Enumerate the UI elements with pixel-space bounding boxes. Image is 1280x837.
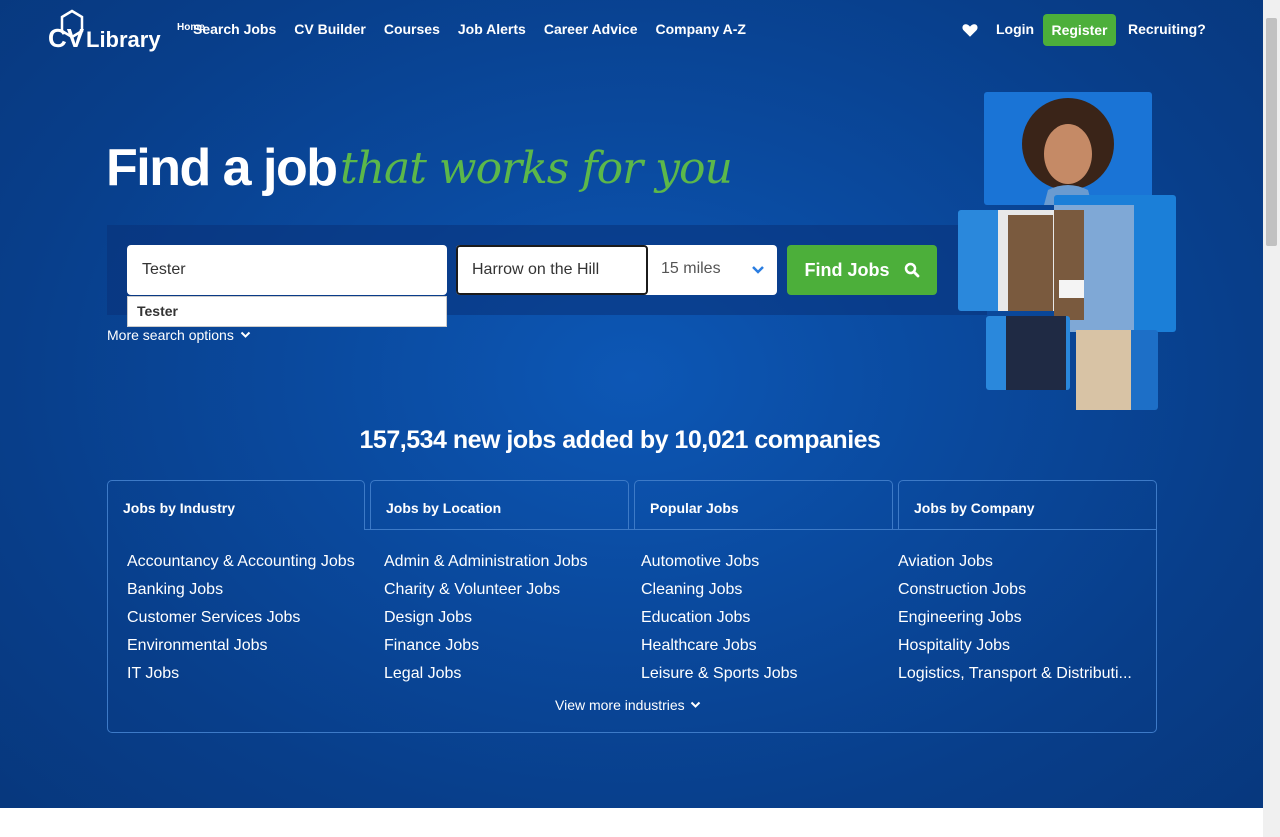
svg-text:CV: CV xyxy=(48,23,85,53)
search-icon xyxy=(904,262,919,278)
industry-link[interactable]: Accountancy & Accounting Jobs xyxy=(127,548,355,576)
industry-link[interactable]: Admin & Administration Jobs xyxy=(384,548,588,576)
industry-link[interactable]: Customer Services Jobs xyxy=(127,604,355,632)
svg-text:Library: Library xyxy=(86,27,161,52)
tab-jobs-by-location[interactable]: Jobs by Location xyxy=(370,480,629,530)
chevron-down-icon[interactable] xyxy=(751,265,765,275)
nav-company-a-z[interactable]: Company A-Z xyxy=(655,21,745,37)
heart-icon[interactable] xyxy=(961,21,979,39)
industry-column-2: Admin & Administration Jobs Charity & Vo… xyxy=(384,548,588,688)
view-more-label: View more industries xyxy=(555,697,685,713)
person-photo xyxy=(1006,316,1066,390)
chevron-down-icon xyxy=(240,331,251,338)
hero-photo-tile xyxy=(1076,330,1158,410)
nav-cv-builder[interactable]: CV Builder xyxy=(294,21,366,37)
hero-photo-tile xyxy=(986,316,1070,390)
industry-link[interactable]: Logistics, Transport & Distributi... xyxy=(898,660,1132,688)
industry-link[interactable]: IT Jobs xyxy=(127,660,355,688)
industry-link[interactable]: Education Jobs xyxy=(641,604,798,632)
register-button[interactable]: Register xyxy=(1043,14,1116,46)
find-jobs-label: Find Jobs xyxy=(804,259,890,280)
industry-link[interactable]: Healthcare Jobs xyxy=(641,632,798,660)
hero-photo-tile xyxy=(984,92,1152,205)
industry-column-4: Aviation Jobs Construction Jobs Engineer… xyxy=(898,548,1132,688)
nav-courses[interactable]: Courses xyxy=(384,21,440,37)
login-link[interactable]: Login xyxy=(996,21,1034,37)
location-input[interactable] xyxy=(456,245,648,295)
cv-library-logo[interactable]: CV Library Home xyxy=(48,9,205,53)
industry-column-3: Automotive Jobs Cleaning Jobs Education … xyxy=(641,548,798,688)
chevron-down-icon xyxy=(690,701,700,708)
nav-job-alerts[interactable]: Job Alerts xyxy=(458,21,526,37)
person-photo xyxy=(1022,98,1114,205)
hero-photo-tile xyxy=(958,210,1058,311)
industry-link[interactable]: Construction Jobs xyxy=(898,576,1132,604)
view-more-industries[interactable]: View more industries xyxy=(555,697,701,713)
nav-career-advice[interactable]: Career Advice xyxy=(544,21,638,37)
more-search-options[interactable]: More search options xyxy=(107,327,251,343)
recruiting-link[interactable]: Recruiting? xyxy=(1128,21,1206,37)
industry-link[interactable]: Cleaning Jobs xyxy=(641,576,798,604)
industry-column-1: Accountancy & Accounting Jobs Banking Jo… xyxy=(127,548,355,688)
industry-link[interactable]: Aviation Jobs xyxy=(898,548,1132,576)
distance-select[interactable]: 15 miles xyxy=(661,260,721,278)
tab-jobs-by-industry[interactable]: Jobs by Industry xyxy=(107,480,365,530)
industry-link[interactable]: Environmental Jobs xyxy=(127,632,355,660)
logo-icon: CV Library xyxy=(48,9,161,53)
industry-link[interactable]: Automotive Jobs xyxy=(641,548,798,576)
hero-title: Find a job xyxy=(106,139,338,197)
person-photo xyxy=(1076,330,1131,410)
tab-jobs-by-company[interactable]: Jobs by Company xyxy=(898,480,1157,530)
hero-photo-tile xyxy=(1054,195,1176,332)
industry-link[interactable]: Engineering Jobs xyxy=(898,604,1132,632)
keywords-input[interactable] xyxy=(127,245,447,295)
industry-link[interactable]: Design Jobs xyxy=(384,604,588,632)
find-jobs-button[interactable]: Find Jobs xyxy=(787,245,937,295)
industry-link[interactable]: Banking Jobs xyxy=(127,576,355,604)
main-nav: Search Jobs CV Builder Courses Job Alert… xyxy=(193,21,746,37)
industry-link[interactable]: Leisure & Sports Jobs xyxy=(641,660,798,688)
keyword-suggestion[interactable]: Tester xyxy=(127,296,447,327)
page: CV Library Home Search Jobs CV Builder C… xyxy=(0,0,1263,837)
industry-link[interactable]: Hospitality Jobs xyxy=(898,632,1132,660)
industry-link[interactable]: Legal Jobs xyxy=(384,660,588,688)
person-photo xyxy=(1054,205,1134,332)
more-search-options-label: More search options xyxy=(107,327,234,343)
industry-link[interactable]: Finance Jobs xyxy=(384,632,588,660)
hero-tagline: that works for you xyxy=(340,143,733,194)
person-photo xyxy=(998,210,1058,311)
page-footer-edge xyxy=(0,808,1263,837)
tab-popular-jobs[interactable]: Popular Jobs xyxy=(634,480,893,530)
scrollbar-thumb[interactable] xyxy=(1266,18,1277,246)
industry-link[interactable]: Charity & Volunteer Jobs xyxy=(384,576,588,604)
nav-search-jobs[interactable]: Search Jobs xyxy=(193,21,276,37)
job-stats-headline: 157,534 new jobs added by 10,021 compani… xyxy=(359,426,881,454)
